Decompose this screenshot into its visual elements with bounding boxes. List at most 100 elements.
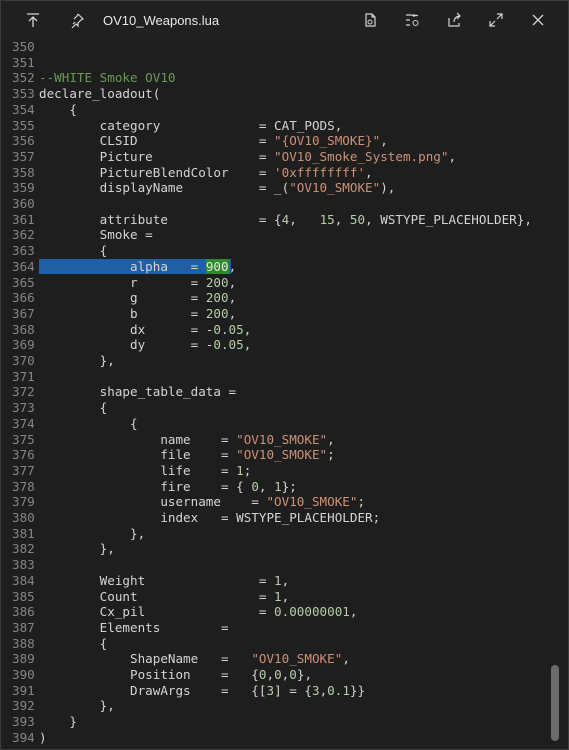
code-line[interactable]: 354 { (1, 102, 561, 118)
code-line[interactable]: 370 }, (1, 353, 561, 369)
code-text: { (39, 400, 108, 416)
line-number: 384 (12, 572, 35, 588)
code-text: username = "OV10_SMOKE"; (39, 494, 365, 510)
move-top-icon[interactable] (17, 4, 49, 36)
code-line[interactable]: 363 { (1, 243, 561, 259)
code-token: CLSID = (39, 133, 275, 149)
code-line[interactable]: 391 DrawArgs = {[3] = {3,0.1}} (1, 683, 561, 699)
code-text: DrawArgs = {[3] = {3,0.1}} (39, 683, 365, 699)
code-token: }, (39, 525, 146, 541)
code-line[interactable]: 372 shape_table_data = (1, 384, 561, 400)
line-number: 388 (12, 635, 35, 651)
code-line[interactable]: 365 r = 200, (1, 275, 561, 291)
code-token: 200 (205, 274, 229, 290)
window-title: OV10_Weapons.lua (103, 12, 220, 28)
code-line[interactable]: 350 (1, 39, 561, 55)
code-line[interactable]: 390 Position = {0,0,0}, (1, 667, 561, 683)
code-line[interactable]: 364 alpha = 900, (1, 258, 561, 275)
code-line[interactable]: 387 Elements = (1, 620, 561, 636)
line-number: 367 (12, 305, 35, 321)
code-token: }, (39, 698, 115, 714)
line-number: 393 (12, 714, 35, 730)
title-bar: OV10_Weapons.lua (1, 1, 568, 39)
code-line[interactable]: 381 }, (1, 526, 561, 542)
code-token: Cx_pil = (39, 604, 275, 620)
code-editor[interactable]: 350 351 352 --WHITE Smoke OV10 353 declare_lo… (1, 39, 568, 749)
code-line[interactable]: 392 }, (1, 698, 561, 714)
settings-icon[interactable] (396, 4, 428, 36)
code-line[interactable]: 394) (1, 730, 561, 746)
code-text: Position = {0,0,0}, (39, 667, 312, 683)
code-line[interactable]: 375 name = "OV10_SMOKE", (1, 432, 561, 448)
vertical-scrollbar[interactable] (550, 39, 560, 749)
line-number: 389 (12, 651, 35, 667)
code-line[interactable]: 362 Smoke = (1, 227, 561, 243)
code-line[interactable]: 369 dy = -0.05, (1, 337, 561, 353)
code-line[interactable]: 377 life = 1; (1, 463, 561, 479)
code-text: Cx_pil = 0.00000001, (39, 604, 358, 620)
line-number: 364 (12, 258, 35, 274)
code-line[interactable]: 373 { (1, 400, 561, 416)
code-line[interactable]: 393 } (1, 714, 561, 730)
code-line[interactable]: 371 (1, 369, 561, 385)
expand-icon[interactable] (480, 4, 512, 36)
code-line[interactable]: 352 --WHITE Smoke OV10 (1, 70, 561, 86)
code-line[interactable]: 388 { (1, 636, 561, 652)
line-number: 360 (12, 196, 35, 211)
line-number: 368 (12, 321, 35, 337)
close-icon[interactable] (522, 4, 554, 36)
code-text: Picture = "OV10_Smoke_System.png", (39, 149, 456, 165)
code-line[interactable]: 389 ShapeName = "OV10_SMOKE", (1, 651, 561, 667)
code-token: }; (281, 478, 297, 494)
code-line[interactable]: 376 file = "OV10_SMOKE"; (1, 447, 561, 463)
code-line[interactable]: 379 username = "OV10_SMOKE"; (1, 494, 561, 510)
code-token: 0.05 (213, 321, 244, 337)
code-line[interactable]: 351 (1, 55, 561, 71)
code-line[interactable]: 359 displayName = _("OV10_SMOKE"), (1, 180, 561, 196)
code-token: }, (39, 353, 115, 368)
code-token: 0.1 (327, 682, 350, 698)
code-token: declare_loadout( (39, 86, 161, 102)
code-token: g = (39, 290, 206, 306)
line-number: 358 (12, 164, 35, 180)
code-line[interactable]: 361 attribute = {4, 15, 50, WSTYPE_PLACE… (1, 212, 561, 228)
code-line[interactable]: 356 CLSID = "{OV10_SMOKE}", (1, 133, 561, 149)
code-line[interactable]: 386 Cx_pil = 0.00000001, (1, 604, 561, 620)
code-text: }, (39, 698, 115, 714)
code-line[interactable]: 357 Picture = "OV10_Smoke_System.png", (1, 149, 561, 165)
line-number: 350 (12, 39, 35, 54)
code-line[interactable]: 385 Count = 1, (1, 589, 561, 605)
save-icon[interactable] (354, 4, 386, 36)
code-token: b = (39, 305, 206, 321)
line-number: 392 (12, 698, 35, 714)
code-line[interactable]: 368 dx = -0.05, (1, 322, 561, 338)
code-token: , (327, 431, 335, 447)
code-token: 0 (274, 667, 282, 682)
code-line[interactable]: 380 index = WSTYPE_PLACEHOLDER; (1, 510, 561, 526)
code-line[interactable]: 374 { (1, 416, 561, 432)
code-token: , (228, 274, 237, 290)
scrollbar-thumb[interactable] (551, 665, 559, 741)
code-line[interactable]: 353 declare_loadout( (1, 86, 561, 102)
share-icon[interactable] (438, 4, 470, 36)
line-number: 359 (12, 180, 35, 196)
code-token: displayName = _( (39, 180, 290, 196)
code-line[interactable]: 358 PictureBlendColor = '0xffffffff', (1, 165, 561, 181)
line-number: 362 (12, 227, 35, 243)
code-line[interactable]: 383 (1, 557, 561, 573)
code-line[interactable]: 360 (1, 196, 561, 212)
code-token: 1 (274, 588, 282, 604)
code-line[interactable]: 378 fire = { 0, 1}; (1, 479, 561, 495)
code-line[interactable]: 367 b = 200, (1, 306, 561, 322)
pin-icon[interactable] (61, 4, 93, 36)
code-line[interactable]: 382 }, (1, 541, 561, 557)
code-text: ShapeName = "OV10_SMOKE", (39, 651, 350, 667)
code-token: 15 (319, 211, 335, 227)
code-text: declare_loadout( (39, 86, 160, 102)
code-line[interactable]: 355 category = CAT_PODS, (1, 118, 561, 134)
code-line[interactable]: 384 Weight = 1, (1, 573, 561, 589)
code-token: Count = (39, 588, 275, 604)
code-line[interactable]: 366 g = 200, (1, 290, 561, 306)
line-number: 365 (12, 274, 35, 290)
code-text: }, (39, 526, 145, 542)
